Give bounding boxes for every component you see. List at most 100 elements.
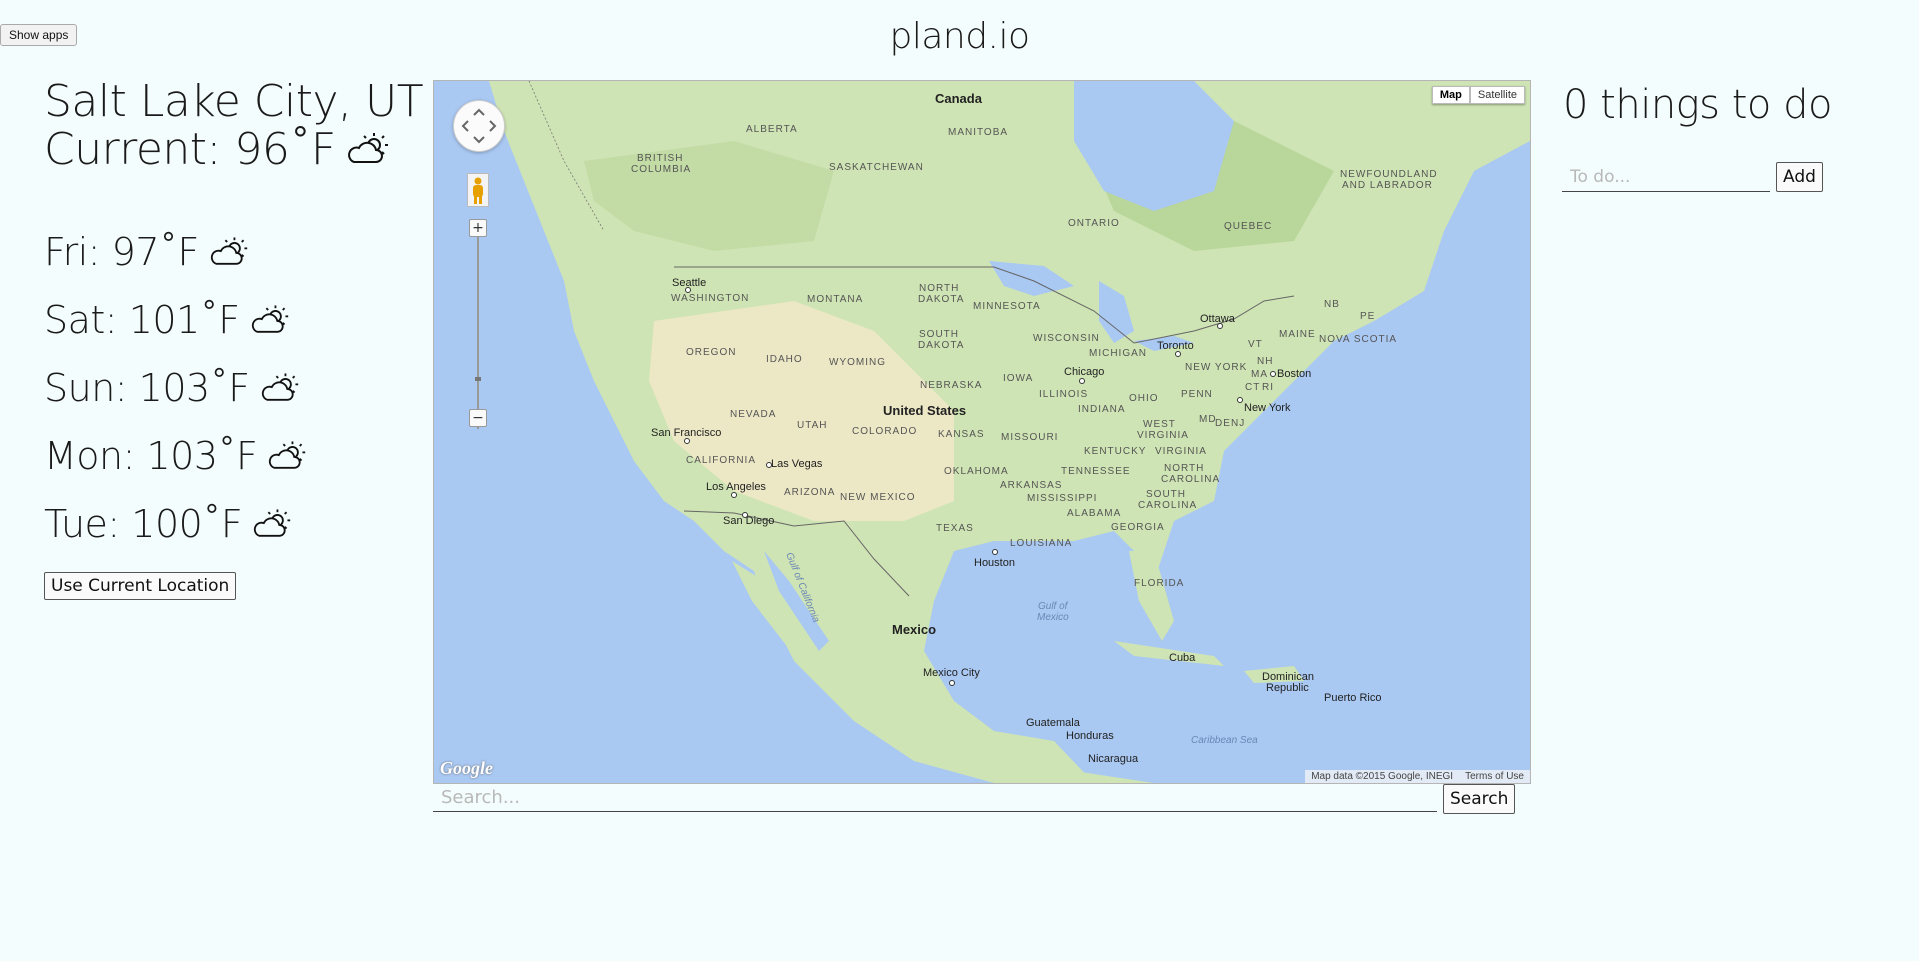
partly-cloudy-icon bbox=[250, 295, 290, 351]
map-label: Caribbean Sea bbox=[1191, 735, 1258, 746]
todo-input[interactable] bbox=[1562, 162, 1770, 192]
map-label: TENNESSEE bbox=[1061, 466, 1131, 477]
map-label: DAKOTA bbox=[918, 340, 964, 351]
map-label: NH bbox=[1257, 356, 1273, 367]
map-label: OKLAHOMA bbox=[944, 466, 1009, 477]
use-current-location-button[interactable]: Use Current Location bbox=[44, 572, 237, 600]
map-label: OREGON bbox=[686, 347, 736, 358]
map-label: Las Vegas bbox=[771, 458, 823, 470]
map-label: Ottawa bbox=[1200, 313, 1236, 325]
forecast-day-text: Tue: 100˚F bbox=[44, 502, 243, 546]
map-label: SASKATCHEWAN bbox=[829, 162, 924, 173]
map-label: TEXAS bbox=[936, 523, 974, 534]
partly-cloudy-icon bbox=[267, 431, 307, 487]
map-label: Mexico bbox=[1037, 612, 1069, 623]
map-label: IDAHO bbox=[766, 354, 803, 365]
map-label: MAINE bbox=[1279, 329, 1316, 340]
location-name: Salt Lake City, UT bbox=[44, 76, 424, 127]
map-label: Los Angeles bbox=[706, 481, 766, 493]
map-label: ARIZONA bbox=[784, 487, 835, 498]
map-label: New York bbox=[1244, 402, 1291, 414]
map-label: Puerto Rico bbox=[1324, 692, 1381, 704]
todo-count-title: 0 things to do bbox=[1563, 82, 1832, 128]
forecast-day-text: Sun: 103˚F bbox=[44, 366, 250, 410]
map-label: Toronto bbox=[1157, 340, 1194, 352]
map-label: NEBRASKA bbox=[920, 380, 982, 391]
map-label: NB bbox=[1324, 299, 1340, 310]
map-label: Canada bbox=[935, 91, 983, 106]
map-view[interactable]: Canada United States Mexico ALBERTA MANI… bbox=[433, 80, 1531, 784]
map-label: Seattle bbox=[672, 277, 706, 289]
map-label: CAROLINA bbox=[1138, 500, 1197, 511]
map-label: WASHINGTON bbox=[671, 293, 749, 304]
forecast-day: Sat: 101˚F bbox=[44, 292, 434, 360]
map-label: MISSOURI bbox=[1001, 432, 1058, 443]
map-label: VT bbox=[1248, 339, 1263, 350]
zoom-slider-track[interactable] bbox=[475, 229, 481, 429]
forecast-list: Fri: 97˚F Sat: 101˚F Sun: 103˚F Mon: 103… bbox=[44, 224, 434, 564]
map-label: San Francisco bbox=[651, 427, 721, 439]
forecast-day: Fri: 97˚F bbox=[44, 224, 434, 292]
map-label: Mexico City bbox=[923, 667, 980, 679]
map-label: NJ bbox=[1231, 418, 1245, 429]
map-label: COLUMBIA bbox=[631, 164, 691, 175]
map-label: MANITOBA bbox=[948, 127, 1008, 138]
map-label: COLORADO bbox=[852, 426, 917, 437]
map-label: PENN bbox=[1181, 389, 1213, 400]
map-type-map-button[interactable]: Map bbox=[1431, 86, 1470, 104]
add-todo-button[interactable]: Add bbox=[1776, 162, 1823, 192]
current-temp-text: Current: 96˚F bbox=[44, 124, 336, 175]
map-label: AND LABRADOR bbox=[1342, 180, 1433, 191]
pan-control[interactable] bbox=[453, 100, 505, 152]
zoom-out-button[interactable]: − bbox=[469, 409, 487, 427]
map-label: NEWFOUNDLAND bbox=[1340, 169, 1438, 180]
forecast-day: Mon: 103˚F bbox=[44, 428, 434, 496]
map-label: BRITISH bbox=[637, 153, 683, 164]
map-label: ARKANSAS bbox=[1000, 480, 1062, 491]
forecast-day: Tue: 100˚F bbox=[44, 496, 434, 564]
map-label: NORTH bbox=[1164, 463, 1204, 474]
map-label: NORTH bbox=[919, 283, 959, 294]
map-canvas[interactable]: Canada United States Mexico ALBERTA MANI… bbox=[434, 81, 1530, 783]
partly-cloudy-icon bbox=[252, 499, 292, 555]
terms-of-use-link[interactable]: Terms of Use bbox=[1465, 771, 1524, 782]
map-type-satellite-button[interactable]: Satellite bbox=[1469, 86, 1525, 104]
map-label: ONTARIO bbox=[1068, 218, 1120, 229]
google-logo: Google bbox=[440, 758, 493, 778]
search-input[interactable] bbox=[433, 784, 1437, 812]
map-label: WYOMING bbox=[829, 357, 886, 368]
map-data-credit: Map data ©2015 Google, INEGI bbox=[1311, 771, 1454, 782]
map-label: MA bbox=[1251, 369, 1268, 380]
map-label: NEVADA bbox=[730, 409, 776, 420]
map-label: MICHIGAN bbox=[1089, 348, 1147, 359]
map-label: DAKOTA bbox=[918, 294, 964, 305]
zoom-in-button[interactable]: + bbox=[469, 219, 487, 237]
map-attribution: Map data ©2015 Google, INEGI Terms of Use bbox=[1305, 770, 1530, 783]
map-label: CAROLINA bbox=[1161, 474, 1220, 485]
map-label: Houston bbox=[974, 557, 1015, 569]
map-label: MONTANA bbox=[807, 294, 863, 305]
search-button[interactable]: Search bbox=[1443, 784, 1516, 814]
pan-arrows-icon bbox=[461, 108, 497, 144]
map-label: WISCONSIN bbox=[1033, 333, 1100, 344]
forecast-day-text: Mon: 103˚F bbox=[44, 434, 258, 478]
map-label: DE bbox=[1215, 418, 1231, 429]
current-temperature: Current: 96˚F bbox=[44, 126, 434, 176]
map-label: San Diego bbox=[723, 515, 774, 527]
map-label: WEST bbox=[1143, 419, 1176, 430]
map-label: Cuba bbox=[1169, 652, 1196, 664]
map-label: Honduras bbox=[1066, 730, 1114, 742]
map-label: Mexico bbox=[892, 622, 936, 637]
map-label: VIRGINIA bbox=[1137, 430, 1189, 441]
map-label: CT bbox=[1245, 382, 1260, 393]
map-label: INDIANA bbox=[1078, 404, 1126, 415]
map-label: Republic bbox=[1266, 682, 1309, 694]
forecast-day-text: Fri: 97˚F bbox=[44, 230, 199, 274]
map-label: Guatemala bbox=[1026, 717, 1081, 729]
map-label: MD bbox=[1199, 414, 1217, 425]
map-label: ALBERTA bbox=[746, 124, 798, 135]
map-label: Gulf of bbox=[1038, 601, 1069, 612]
map-label: ILLINOIS bbox=[1039, 389, 1088, 400]
map-label: CALIFORNIA bbox=[686, 455, 756, 466]
street-view-pegman-icon[interactable] bbox=[467, 173, 489, 207]
